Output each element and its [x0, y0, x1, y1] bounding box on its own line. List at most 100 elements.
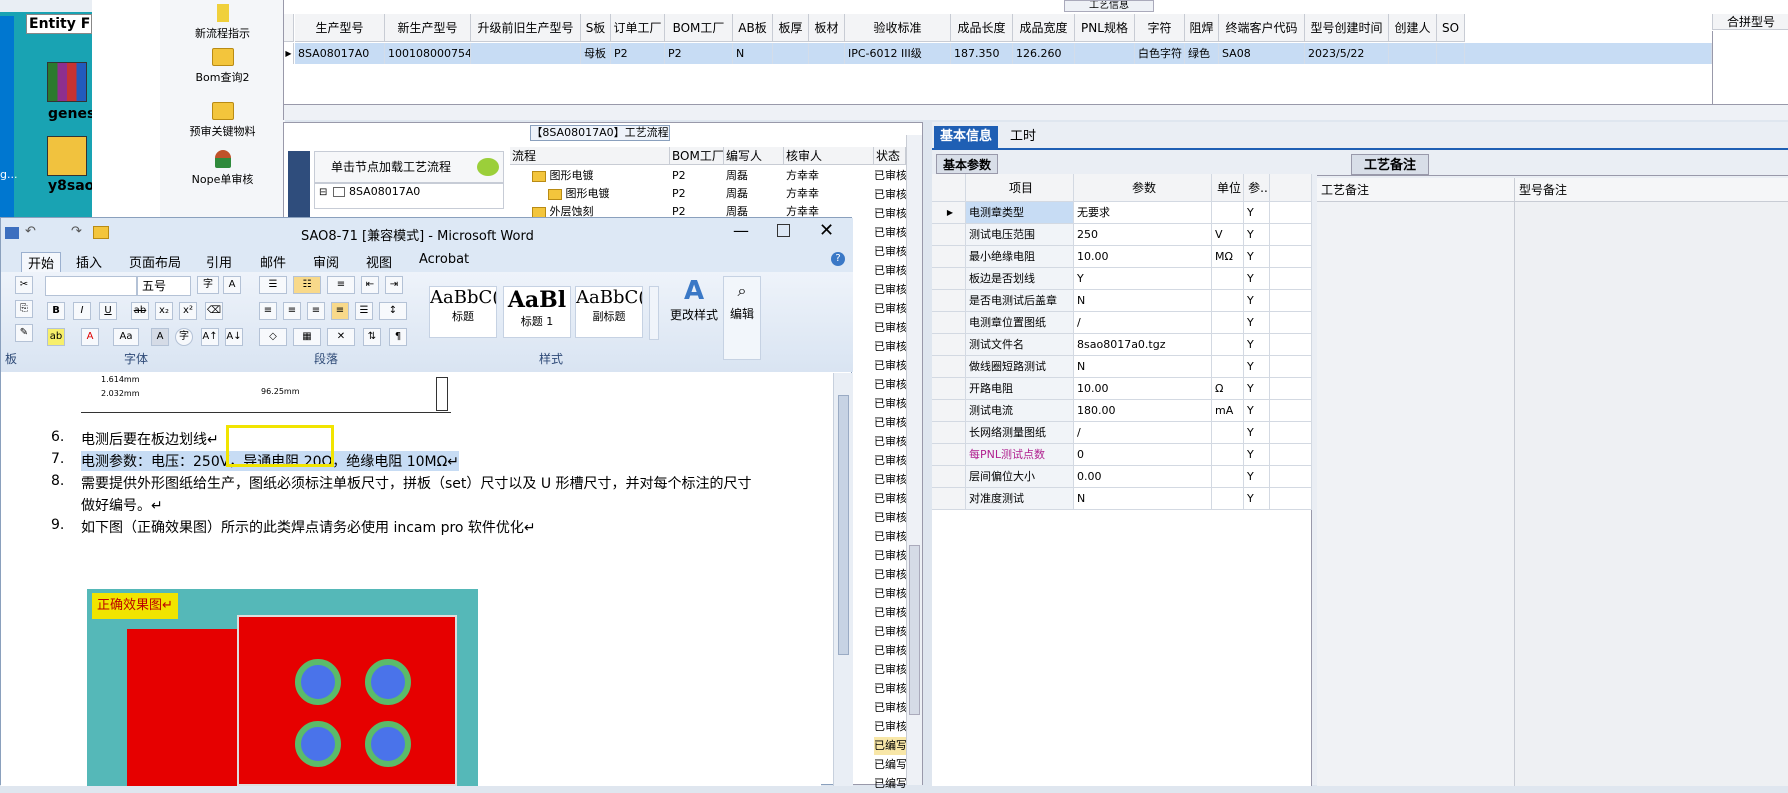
- redo-icon[interactable]: ↷: [71, 224, 82, 239]
- undo-icon[interactable]: ↶: [25, 224, 36, 239]
- show-marks-icon[interactable]: ¶: [389, 328, 407, 346]
- process-scrollbar[interactable]: [906, 135, 922, 785]
- header-col[interactable]: 创建人: [1389, 14, 1437, 42]
- change-case-icon[interactable]: Aa: [113, 328, 139, 346]
- param-item[interactable]: 是否电测试后盖章: [966, 290, 1074, 312]
- load-process-hint-button[interactable]: 单击节点加载工艺流程: [314, 151, 504, 183]
- row-cell[interactable]: [1437, 43, 1465, 64]
- row-cell[interactable]: [809, 43, 845, 64]
- process-status[interactable]: 已审核: [874, 262, 906, 280]
- param-col-header[interactable]: 单位: [1212, 174, 1244, 202]
- style-option[interactable]: AaBl 标题 1: [503, 286, 571, 338]
- launcher-item-nope-review[interactable]: Nope单审核: [160, 150, 285, 187]
- line-spacing-icon[interactable]: ↕: [379, 302, 407, 320]
- y8sao8-file-icon[interactable]: [47, 136, 87, 176]
- numbering-icon[interactable]: ☷: [293, 276, 321, 294]
- phonetic-guide-icon[interactable]: 字: [197, 276, 219, 294]
- bullets-icon[interactable]: ☰: [259, 276, 287, 294]
- process-status[interactable]: 已审核: [874, 509, 906, 527]
- process-status[interactable]: 已审核: [874, 528, 906, 546]
- param-item[interactable]: 电测章位置图纸: [966, 312, 1074, 334]
- header-col[interactable]: 字符: [1135, 14, 1185, 42]
- process-status[interactable]: 已审核: [874, 642, 906, 660]
- header-col[interactable]: AB板: [733, 14, 773, 42]
- tab-process-remarks[interactable]: 工艺备注: [1351, 154, 1430, 175]
- change-styles-button[interactable]: A 更改样式: [665, 276, 723, 342]
- header-col[interactable]: 升级前旧生产型号: [471, 14, 581, 42]
- param-item[interactable]: 做线圈短路测试: [966, 356, 1074, 378]
- grow-font-icon[interactable]: A↑: [201, 328, 219, 346]
- align-center-icon[interactable]: ≡: [283, 302, 301, 320]
- param-value[interactable]: 250: [1074, 224, 1212, 246]
- process-status[interactable]: 已审核: [874, 186, 906, 204]
- header-col[interactable]: 成品长度: [951, 14, 1013, 42]
- align-right-icon[interactable]: ≡: [307, 302, 325, 320]
- row-cell[interactable]: 8SA08017A0: [295, 43, 385, 64]
- minimize-icon[interactable]: —: [733, 221, 749, 240]
- ribbon-tab[interactable]: 页面布局: [129, 252, 181, 271]
- document-page[interactable]: 1.614mm 2.032mm 96.25mm 6. 电测后要在板边划线↵ 7. …: [1, 373, 821, 786]
- distribute-icon[interactable]: ☰: [355, 302, 373, 320]
- row-cell[interactable]: 绿色: [1185, 43, 1219, 64]
- process-row[interactable]: 图形电镀: [548, 185, 610, 203]
- cut-icon[interactable]: ✂: [15, 276, 33, 294]
- char-border-icon[interactable]: A: [223, 276, 241, 294]
- process-status[interactable]: 已审核: [874, 224, 906, 242]
- process-col-header[interactable]: 状态: [874, 147, 906, 165]
- param-col-header[interactable]: 项目: [966, 174, 1074, 202]
- header-col[interactable]: S板: [581, 14, 611, 42]
- format-painter-icon[interactable]: ✎: [15, 324, 33, 342]
- doc-line[interactable]: 电测后要在板边划线↵: [81, 429, 219, 449]
- row-cell[interactable]: N: [733, 43, 773, 64]
- process-status[interactable]: 已审核: [874, 566, 906, 584]
- process-status[interactable]: 已审核: [874, 205, 906, 223]
- font-name-select[interactable]: [45, 276, 137, 296]
- tab-work-hours[interactable]: 工时: [1004, 126, 1042, 148]
- section-tab-process-info[interactable]: 工艺信息: [1064, 0, 1154, 12]
- open-folder-icon[interactable]: [93, 226, 109, 239]
- header-process-remarks[interactable]: 工艺备注: [1317, 178, 1515, 202]
- char-shading-icon[interactable]: A: [151, 328, 169, 346]
- row-cell[interactable]: SA08: [1219, 43, 1305, 64]
- doc-line[interactable]: 做好编号。↵: [81, 495, 163, 515]
- row-cell[interactable]: 白色字符: [1135, 43, 1185, 64]
- clear-format-icon[interactable]: ⌫: [205, 302, 223, 320]
- styles-scroll[interactable]: [649, 286, 659, 340]
- row-cell[interactable]: P2: [611, 43, 665, 64]
- process-status[interactable]: 已编写: [874, 737, 906, 755]
- row-cell[interactable]: P2: [665, 43, 733, 64]
- bold-icon[interactable]: B: [47, 302, 65, 320]
- ribbon-tab[interactable]: 插入: [76, 252, 102, 271]
- underline-icon[interactable]: U: [99, 302, 117, 320]
- process-status[interactable]: 已审核: [874, 623, 906, 641]
- param-item[interactable]: 板边是否划线: [966, 268, 1074, 290]
- header-col[interactable]: 生产型号: [295, 14, 385, 42]
- process-col-header[interactable]: 编写人: [724, 147, 784, 165]
- borders-icon[interactable]: ▦: [293, 328, 321, 346]
- row-cell[interactable]: 10010800075428: [385, 43, 471, 64]
- param-item[interactable]: 层间偏位大小: [966, 466, 1074, 488]
- process-status[interactable]: 已审核: [874, 376, 906, 394]
- header-col[interactable]: BOM工厂: [665, 14, 733, 42]
- process-status[interactable]: 已审核: [874, 452, 906, 470]
- param-item[interactable]: 每PNL测试点数: [966, 444, 1074, 466]
- header-col[interactable]: 订单工厂: [611, 14, 665, 42]
- header-merged-model[interactable]: 合拼型号: [1712, 14, 1788, 30]
- close-icon[interactable]: ✕: [819, 220, 834, 241]
- param-value[interactable]: 180.00: [1074, 400, 1212, 422]
- header-col[interactable]: 阻焊: [1185, 14, 1219, 42]
- header-col[interactable]: 验收标准: [845, 14, 951, 42]
- param-value[interactable]: N: [1074, 356, 1212, 378]
- style-option[interactable]: AaBbC( 标题: [429, 286, 497, 338]
- process-col-header[interactable]: BOM工厂: [670, 147, 724, 165]
- editing-button[interactable]: ⌕ 编辑: [723, 276, 761, 360]
- param-item[interactable]: 对准度测试: [966, 488, 1074, 510]
- header-col[interactable]: 板厚: [773, 14, 809, 42]
- param-value[interactable]: Y: [1074, 268, 1212, 290]
- model-remarks-area[interactable]: [1515, 202, 1788, 786]
- param-item[interactable]: 最小绝缘电阻: [966, 246, 1074, 268]
- process-row[interactable]: 图形电镀: [532, 167, 594, 185]
- param-item[interactable]: 测试电压范围: [966, 224, 1074, 246]
- enclosed-char-icon[interactable]: 字: [175, 328, 193, 346]
- param-value[interactable]: 无要求: [1074, 202, 1212, 224]
